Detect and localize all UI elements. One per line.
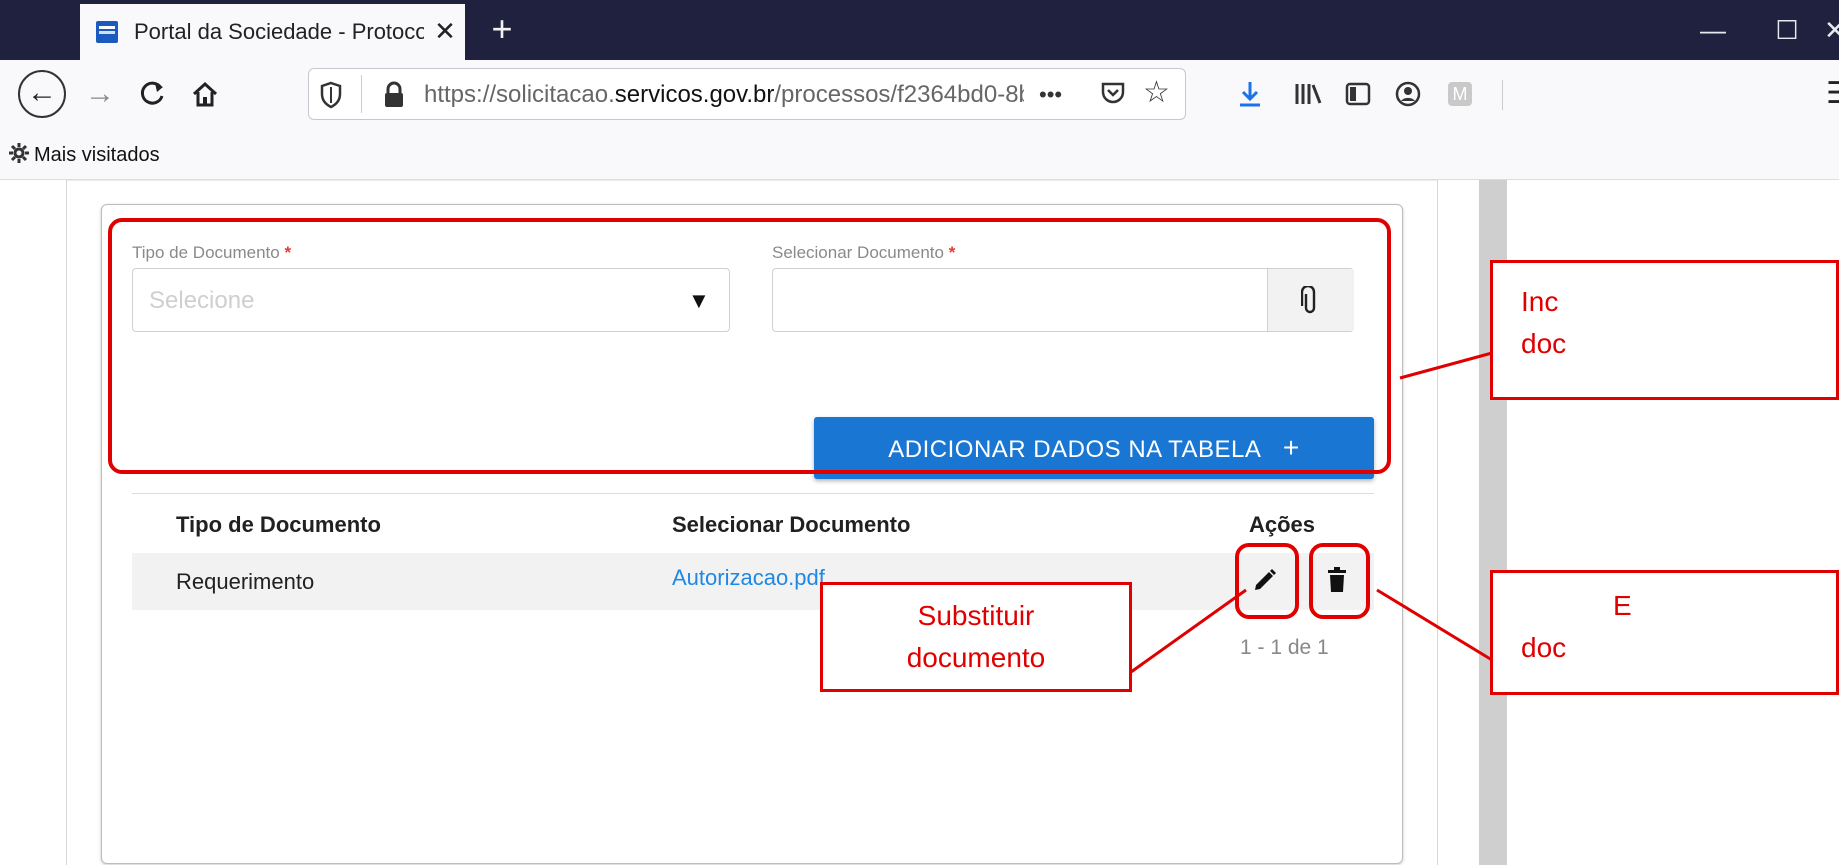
callout-include-document: Inc doc — [1490, 260, 1839, 400]
callout-delete-document: E doc — [1490, 570, 1839, 695]
callout-replace-document: Substituir documento — [820, 582, 1132, 692]
annotation-connectors — [1130, 351, 1493, 674]
